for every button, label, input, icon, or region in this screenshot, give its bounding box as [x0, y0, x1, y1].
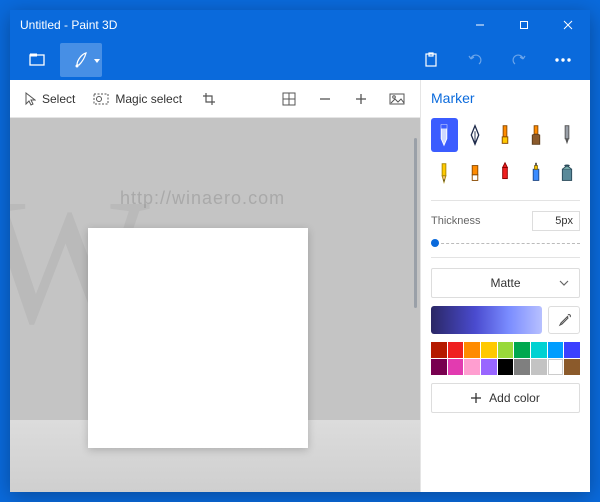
- chevron-down-icon: [94, 59, 100, 63]
- minimize-button[interactable]: [458, 10, 502, 40]
- thickness-input[interactable]: 5px: [532, 211, 580, 231]
- color-swatch[interactable]: [481, 359, 497, 375]
- close-button[interactable]: [546, 10, 590, 40]
- magic-select-label: Magic select: [115, 92, 182, 106]
- tool-spray-can[interactable]: [523, 156, 550, 190]
- tool-marker[interactable]: [431, 118, 458, 152]
- vertical-scrollbar[interactable]: [414, 138, 417, 308]
- cursor-icon: [24, 92, 36, 106]
- thickness-slider[interactable]: [431, 239, 580, 247]
- material-dropdown[interactable]: Matte: [431, 268, 580, 298]
- eyedropper-button[interactable]: [548, 306, 580, 334]
- thickness-label: Thickness: [431, 215, 526, 227]
- tool-eraser[interactable]: [462, 156, 489, 190]
- material-label: Matte: [490, 276, 520, 290]
- color-swatch[interactable]: [564, 342, 580, 358]
- maximize-button[interactable]: [502, 10, 546, 40]
- paste-button[interactable]: [410, 43, 452, 77]
- image-icon: [389, 93, 405, 105]
- color-swatch[interactable]: [564, 359, 580, 375]
- add-color-label: Add color: [489, 391, 540, 405]
- color-swatches: [431, 342, 580, 375]
- brush-tools-grid: [431, 118, 580, 190]
- grid-toggle-button[interactable]: [272, 84, 306, 114]
- color-swatch[interactable]: [548, 359, 564, 375]
- canvas-toolbar: Select Magic select: [10, 80, 420, 118]
- chevron-down-icon: [559, 280, 569, 286]
- canvas-viewport[interactable]: W http://winaero.com http://winaero.com: [10, 118, 420, 492]
- color-swatch[interactable]: [464, 342, 480, 358]
- more-button[interactable]: [542, 43, 584, 77]
- canvas-column: Select Magic select: [10, 80, 420, 492]
- color-swatch[interactable]: [431, 342, 447, 358]
- divider: [431, 257, 580, 258]
- select-label: Select: [42, 92, 75, 106]
- app-window: Untitled - Paint 3D: [10, 10, 590, 492]
- canvas[interactable]: [88, 228, 308, 448]
- app-body: Select Magic select: [10, 80, 590, 492]
- tool-fill[interactable]: [553, 156, 580, 190]
- brushes-tab[interactable]: [60, 43, 102, 77]
- color-swatch[interactable]: [481, 342, 497, 358]
- zoom-in-button[interactable]: [344, 84, 378, 114]
- color-swatch[interactable]: [531, 359, 547, 375]
- color-swatch[interactable]: [531, 342, 547, 358]
- color-swatch[interactable]: [498, 342, 514, 358]
- color-swatch[interactable]: [464, 359, 480, 375]
- tool-watercolor[interactable]: [523, 118, 550, 152]
- title-bar: Untitled - Paint 3D: [10, 10, 590, 40]
- plus-icon: [471, 393, 481, 403]
- magic-select-icon: [93, 93, 109, 105]
- current-color-swatch[interactable]: [431, 306, 542, 334]
- divider: [431, 200, 580, 201]
- eyedropper-icon: [557, 313, 571, 327]
- color-swatch[interactable]: [448, 359, 464, 375]
- tool-crayon[interactable]: [492, 156, 519, 190]
- current-color-row: [431, 306, 580, 334]
- tool-oil-brush[interactable]: [492, 118, 519, 152]
- brush-panel: Marker Thickness 5px: [420, 80, 590, 492]
- grid-icon: [282, 92, 296, 106]
- select-button[interactable]: Select: [16, 84, 83, 114]
- watermark-text: http://winaero.com: [120, 188, 285, 209]
- undo-button[interactable]: [454, 43, 496, 77]
- color-swatch[interactable]: [514, 359, 530, 375]
- thickness-row: Thickness 5px: [431, 211, 580, 231]
- magic-select-button[interactable]: Magic select: [85, 84, 190, 114]
- color-swatch[interactable]: [548, 342, 564, 358]
- color-swatch[interactable]: [498, 359, 514, 375]
- panel-heading: Marker: [431, 90, 580, 106]
- view-mode-button[interactable]: [380, 84, 414, 114]
- tool-pixel-pen[interactable]: [553, 118, 580, 152]
- redo-button[interactable]: [498, 43, 540, 77]
- minus-icon: [318, 92, 332, 106]
- tool-calligraphy-pen[interactable]: [462, 118, 489, 152]
- crop-button[interactable]: [192, 84, 226, 114]
- zoom-out-button[interactable]: [308, 84, 342, 114]
- add-color-button[interactable]: Add color: [431, 383, 580, 413]
- color-swatch[interactable]: [431, 359, 447, 375]
- plus-icon: [354, 92, 368, 106]
- color-swatch[interactable]: [448, 342, 464, 358]
- crop-icon: [202, 92, 216, 106]
- tool-pencil[interactable]: [431, 156, 458, 190]
- menu-bar: [10, 40, 590, 80]
- window-title: Untitled - Paint 3D: [10, 18, 117, 32]
- color-swatch[interactable]: [514, 342, 530, 358]
- menu-expand-button[interactable]: [16, 43, 58, 77]
- slider-thumb[interactable]: [431, 239, 439, 247]
